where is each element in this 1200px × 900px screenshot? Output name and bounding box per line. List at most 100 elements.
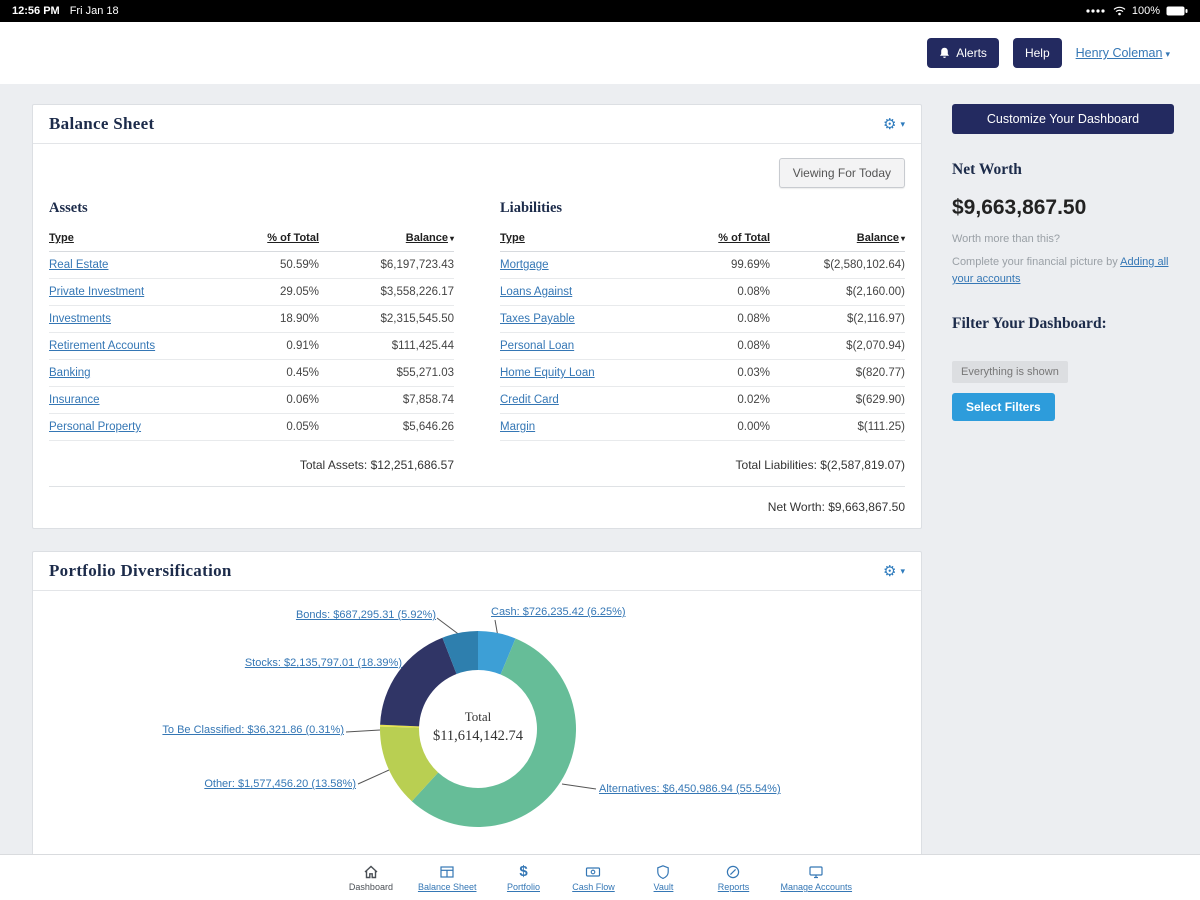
complete-picture-text: Complete your financial picture by Addin… xyxy=(952,254,1174,288)
liability-pct: 0.00% xyxy=(675,421,770,433)
donut-total-label: Total xyxy=(433,709,523,725)
clock: 12:56 PM xyxy=(12,5,60,17)
liability-balance: $(111.25) xyxy=(770,421,905,433)
nav-item-cash-flow[interactable]: Cash Flow xyxy=(570,863,616,892)
nav-item-portfolio[interactable]: $ Portfolio xyxy=(500,863,546,892)
asset-type-link[interactable]: Personal Property xyxy=(49,421,224,433)
asset-type-link[interactable]: Investments xyxy=(49,313,224,325)
nav-label: Vault xyxy=(654,882,674,892)
balance-sheet-settings-menu[interactable]: ⚙ ▾ xyxy=(883,115,905,133)
viewing-for-today-button[interactable]: Viewing For Today xyxy=(779,158,905,188)
asset-balance: $2,315,545.50 xyxy=(319,313,454,325)
callout-to-be-classified[interactable]: To Be Classified: $36,321.86 (0.31%) xyxy=(162,724,344,736)
help-button-label: Help xyxy=(1025,46,1050,60)
nav-item-balance-sheet[interactable]: Balance Sheet xyxy=(418,863,477,892)
liabilities-header-type[interactable]: Type xyxy=(500,232,675,244)
nav-item-dashboard[interactable]: Dashboard xyxy=(348,863,394,892)
asset-type-link[interactable]: Private Investment xyxy=(49,286,224,298)
table-icon xyxy=(439,863,455,880)
liabilities-title: Liabilities xyxy=(500,200,905,217)
net-worth-subtext: Worth more than this? xyxy=(952,233,1060,245)
assets-header-type[interactable]: Type xyxy=(49,232,224,244)
help-button[interactable]: Help xyxy=(1013,38,1062,68)
asset-pct: 18.90% xyxy=(224,313,319,325)
customize-dashboard-button[interactable]: Customize Your Dashboard xyxy=(952,104,1174,134)
portfolio-card: Portfolio Diversification ⚙ ▾ Total xyxy=(32,551,922,884)
nav-item-reports[interactable]: Reports xyxy=(710,863,756,892)
wifi-icon xyxy=(1113,6,1126,16)
donut-center-total: Total $11,614,142.74 xyxy=(433,709,523,745)
table-row: Private Investment 29.05% $3,558,226.17 xyxy=(49,279,454,306)
dashboard-column: Balance Sheet ⚙ ▾ Viewing For Today Asse… xyxy=(32,104,922,884)
total-assets: Total Assets: $12,251,686.57 xyxy=(49,441,454,478)
callout-bonds[interactable]: Bonds: $687,295.31 (5.92%) xyxy=(296,609,436,621)
donut-total-value: $11,614,142.74 xyxy=(433,728,523,745)
asset-balance: $55,271.03 xyxy=(319,367,454,379)
portfolio-settings-menu[interactable]: ⚙ ▾ xyxy=(883,562,905,580)
liability-balance: $(2,580,102.64) xyxy=(770,259,905,271)
asset-type-link[interactable]: Retirement Accounts xyxy=(49,340,224,352)
callout-alternatives[interactable]: Alternatives: $6,450,986.94 (55.54%) xyxy=(599,783,781,795)
liability-type-link[interactable]: Credit Card xyxy=(500,394,675,406)
portfolio-title: Portfolio Diversification xyxy=(49,561,232,581)
liability-type-link[interactable]: Home Equity Loan xyxy=(500,367,675,379)
nav-label: Reports xyxy=(718,882,750,892)
table-row: Margin 0.00% $(111.25) xyxy=(500,414,905,441)
balance-sheet-card: Balance Sheet ⚙ ▾ Viewing For Today Asse… xyxy=(32,104,922,529)
liability-balance: $(820.77) xyxy=(770,367,905,379)
assets-header-pct[interactable]: % of Total xyxy=(224,232,319,244)
status-bar: 12:56 PM Fri Jan 18 100% xyxy=(0,0,1200,22)
callout-other[interactable]: Other: $1,577,456.20 (13.58%) xyxy=(204,778,356,790)
sort-desc-icon: ▾ xyxy=(450,234,454,243)
chevron-down-icon: ▾ xyxy=(900,119,905,130)
liability-pct: 0.08% xyxy=(675,340,770,352)
asset-pct: 0.45% xyxy=(224,367,319,379)
app-header: Alerts Help Henry Coleman▾ xyxy=(0,22,1200,84)
nav-item-vault[interactable]: Vault xyxy=(640,863,686,892)
nav-label: Portfolio xyxy=(507,882,540,892)
balance-sheet-title: Balance Sheet xyxy=(49,114,154,134)
assets-header-balance[interactable]: Balance▾ xyxy=(319,232,454,244)
nav-label: Dashboard xyxy=(349,882,393,892)
asset-type-link[interactable]: Banking xyxy=(49,367,224,379)
asset-pct: 0.06% xyxy=(224,394,319,406)
table-row: Retirement Accounts 0.91% $111,425.44 xyxy=(49,333,454,360)
battery-percent: 100% xyxy=(1132,5,1160,17)
chevron-down-icon: ▾ xyxy=(1165,49,1170,60)
liability-balance: $(629.90) xyxy=(770,394,905,406)
asset-type-link[interactable]: Real Estate xyxy=(49,259,224,271)
liability-type-link[interactable]: Taxes Payable xyxy=(500,313,675,325)
liabilities-header-balance[interactable]: Balance▾ xyxy=(770,232,905,244)
date: Fri Jan 18 xyxy=(70,5,119,17)
net-worth-summary: Net Worth: $9,663,867.50 xyxy=(49,486,905,522)
select-filters-button[interactable]: Select Filters xyxy=(952,393,1055,421)
liabilities-header-pct[interactable]: % of Total xyxy=(675,232,770,244)
callout-cash[interactable]: Cash: $726,235.42 (6.25%) xyxy=(491,606,626,618)
asset-pct: 0.91% xyxy=(224,340,319,352)
asset-pct: 29.05% xyxy=(224,286,319,298)
table-row: Credit Card 0.02% $(629.90) xyxy=(500,387,905,414)
nav-item-manage-accounts[interactable]: Manage Accounts xyxy=(780,863,852,892)
assets-table: Assets Type % of Total Balance▾ Real Est… xyxy=(49,198,454,478)
filter-dashboard-heading: Filter Your Dashboard: xyxy=(952,315,1107,333)
asset-pct: 50.59% xyxy=(224,259,319,271)
liability-type-link[interactable]: Loans Against xyxy=(500,286,675,298)
liability-pct: 0.02% xyxy=(675,394,770,406)
liability-type-link[interactable]: Personal Loan xyxy=(500,340,675,352)
asset-type-link[interactable]: Insurance xyxy=(49,394,224,406)
liability-balance: $(2,070.94) xyxy=(770,340,905,352)
gear-icon: ⚙ xyxy=(883,115,896,133)
gear-icon: ⚙ xyxy=(883,562,896,580)
dollar-icon: $ xyxy=(519,863,527,880)
liabilities-header-balance-label: Balance xyxy=(857,232,899,244)
callout-stocks[interactable]: Stocks: $2,135,797.01 (18.39%) xyxy=(245,657,402,669)
liability-balance: $(2,160.00) xyxy=(770,286,905,298)
liability-type-link[interactable]: Mortgage xyxy=(500,259,675,271)
alerts-button[interactable]: Alerts xyxy=(927,38,999,68)
battery-icon xyxy=(1166,6,1188,16)
liability-pct: 0.08% xyxy=(675,313,770,325)
liability-type-link[interactable]: Margin xyxy=(500,421,675,433)
table-row: Taxes Payable 0.08% $(2,116.97) xyxy=(500,306,905,333)
user-menu[interactable]: Henry Coleman▾ xyxy=(1076,46,1170,60)
assets-header-balance-label: Balance xyxy=(406,232,448,244)
